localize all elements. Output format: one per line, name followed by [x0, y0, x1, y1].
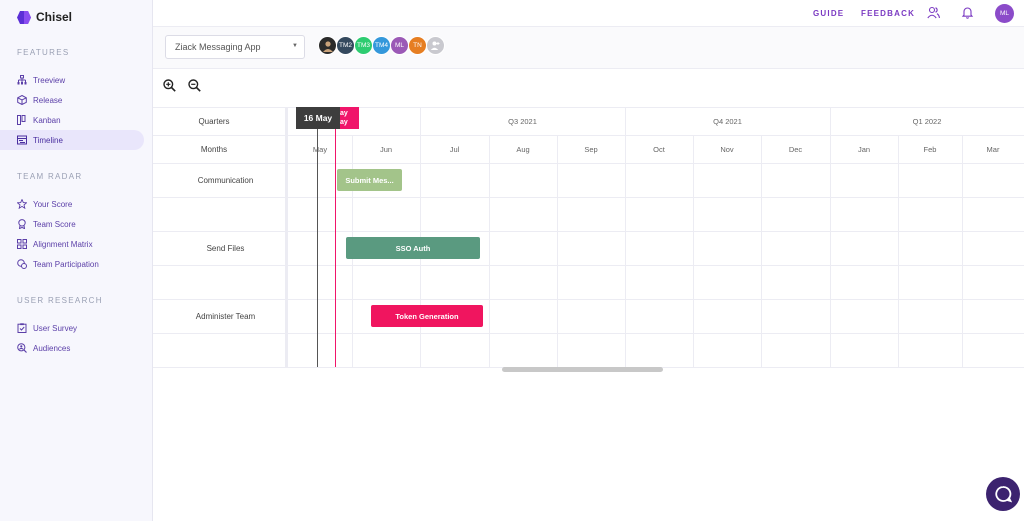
month-label: Aug	[516, 145, 530, 154]
caret-down-icon: ▼	[292, 43, 298, 49]
user-avatar[interactable]: ML	[995, 4, 1014, 23]
row-label: Communication	[197, 176, 254, 185]
horizontal-scrollbar[interactable]	[502, 367, 663, 372]
add-user-icon	[430, 41, 440, 50]
member-avatar[interactable]: TM2	[336, 36, 355, 55]
today-line	[317, 129, 318, 367]
app-name: Chisel	[36, 10, 73, 24]
member-avatar[interactable]	[318, 36, 337, 55]
treeview-icon	[17, 75, 27, 85]
grid-month-line	[898, 135, 899, 367]
section-title-team-radar: TEAM RADAR	[17, 172, 83, 181]
quarters-header: Quarters	[198, 117, 230, 126]
timeline-bar[interactable]: Submit Mes...	[337, 169, 402, 191]
quarter-label: Q4 2021	[713, 117, 742, 126]
timeline-bar[interactable]: Token Generation	[371, 305, 483, 327]
feedback-link[interactable]: FEEDBACK	[861, 9, 915, 18]
zoom-out-icon[interactable]	[188, 79, 201, 92]
month-label: Nov	[720, 145, 734, 154]
guide-link[interactable]: GUIDE	[813, 9, 844, 18]
grid-month-line	[693, 135, 694, 367]
month-label: Jun	[379, 145, 393, 154]
sidebar-item-label: Alignment Matrix	[33, 239, 93, 249]
sidebar-item-alignment-matrix[interactable]: Alignment Matrix	[0, 234, 144, 254]
zoom-in-icon[interactable]	[163, 79, 176, 92]
quarter-label: Q3 2021	[508, 117, 537, 126]
users-icon[interactable]	[927, 6, 940, 19]
sidebar-item-label: Team Participation	[33, 259, 99, 269]
member-avatar[interactable]: ML	[390, 36, 409, 55]
row-label: Administer Team	[195, 312, 256, 321]
month-label: Jul	[449, 145, 460, 154]
sidebar-item-label: Release	[33, 95, 63, 105]
member-photo-icon	[322, 40, 333, 52]
timeline-bar[interactable]: SSO Auth	[346, 237, 480, 259]
participation-icon	[17, 259, 27, 269]
section-title-user-research: USER RESEARCH	[17, 296, 103, 305]
member-avatar[interactable]: TM4	[372, 36, 391, 55]
chisel-logo-icon	[17, 10, 31, 24]
marker-line	[335, 129, 336, 367]
member-avatar[interactable]: TM3	[354, 36, 373, 55]
month-label: Dec	[788, 145, 803, 154]
member-avatar[interactable]: TN	[408, 36, 427, 55]
clipboard-check-icon	[17, 323, 27, 333]
chat-button[interactable]	[986, 477, 1020, 511]
month-label: Feb	[923, 145, 937, 154]
month-label: May	[312, 145, 328, 154]
row-label: Send Files	[206, 244, 245, 253]
project-select-value: Ziack Messaging App	[175, 42, 261, 52]
sidebar-item-timeline[interactable]: Timeline	[0, 130, 144, 150]
sidebar-item-user-survey[interactable]: User Survey	[0, 318, 144, 338]
grid-icon	[17, 239, 27, 249]
sidebar-item-audiences[interactable]: Audiences	[0, 338, 144, 358]
release-cube-icon	[17, 95, 27, 105]
sidebar-item-label: Team Score	[33, 219, 76, 229]
star-icon	[17, 199, 27, 209]
sidebar-item-label: User Survey	[33, 323, 78, 333]
sidebar-item-treeview[interactable]: Treeview	[0, 70, 144, 90]
kanban-icon	[17, 115, 26, 125]
timeline-icon	[17, 135, 27, 145]
grid-month-line	[761, 135, 762, 367]
add-member-button[interactable]	[426, 36, 445, 55]
search-user-icon	[17, 343, 27, 353]
sidebar-item-release[interactable]: Release	[0, 90, 144, 110]
grid-month-line	[489, 135, 490, 367]
sidebar-item-your-score[interactable]: Your Score	[0, 194, 144, 214]
today-tag: 16 May	[296, 107, 340, 129]
sidebar-item-label: Treeview	[33, 75, 66, 85]
month-label: Mar	[986, 145, 1000, 154]
months-header: Months	[200, 145, 228, 154]
team-member-avatars: TM2 TM3 TM4 ML TN	[318, 36, 445, 55]
grid-month-line	[557, 135, 558, 367]
sidebar-item-label: Kanban	[33, 115, 61, 125]
grid-month-line	[962, 135, 963, 367]
sidebar-item-label: Timeline	[33, 135, 63, 145]
award-icon	[18, 219, 26, 229]
bell-icon[interactable]	[961, 6, 974, 19]
month-label: Jan	[857, 145, 871, 154]
chat-bubble-icon	[995, 486, 1012, 503]
month-label: Sep	[584, 145, 598, 154]
sidebar-item-label: Audiences	[33, 343, 71, 353]
sidebar-item-team-participation[interactable]: Team Participation	[0, 254, 144, 274]
sidebar-item-team-score[interactable]: Team Score	[0, 214, 144, 234]
app-root: Chisel FEATURES Treeview Release Kanban …	[0, 0, 1024, 521]
quarter-label: Q1 2022	[912, 117, 942, 126]
section-title-features: FEATURES	[17, 48, 70, 57]
sidebar: Chisel FEATURES Treeview Release Kanban …	[0, 0, 153, 521]
sidebar-item-label: Your Score	[33, 199, 73, 209]
month-label: Oct	[653, 145, 665, 154]
project-select[interactable]: Ziack Messaging App ▼	[165, 35, 305, 59]
sidebar-item-kanban[interactable]: Kanban	[0, 110, 144, 130]
logo[interactable]: Chisel	[17, 10, 72, 24]
